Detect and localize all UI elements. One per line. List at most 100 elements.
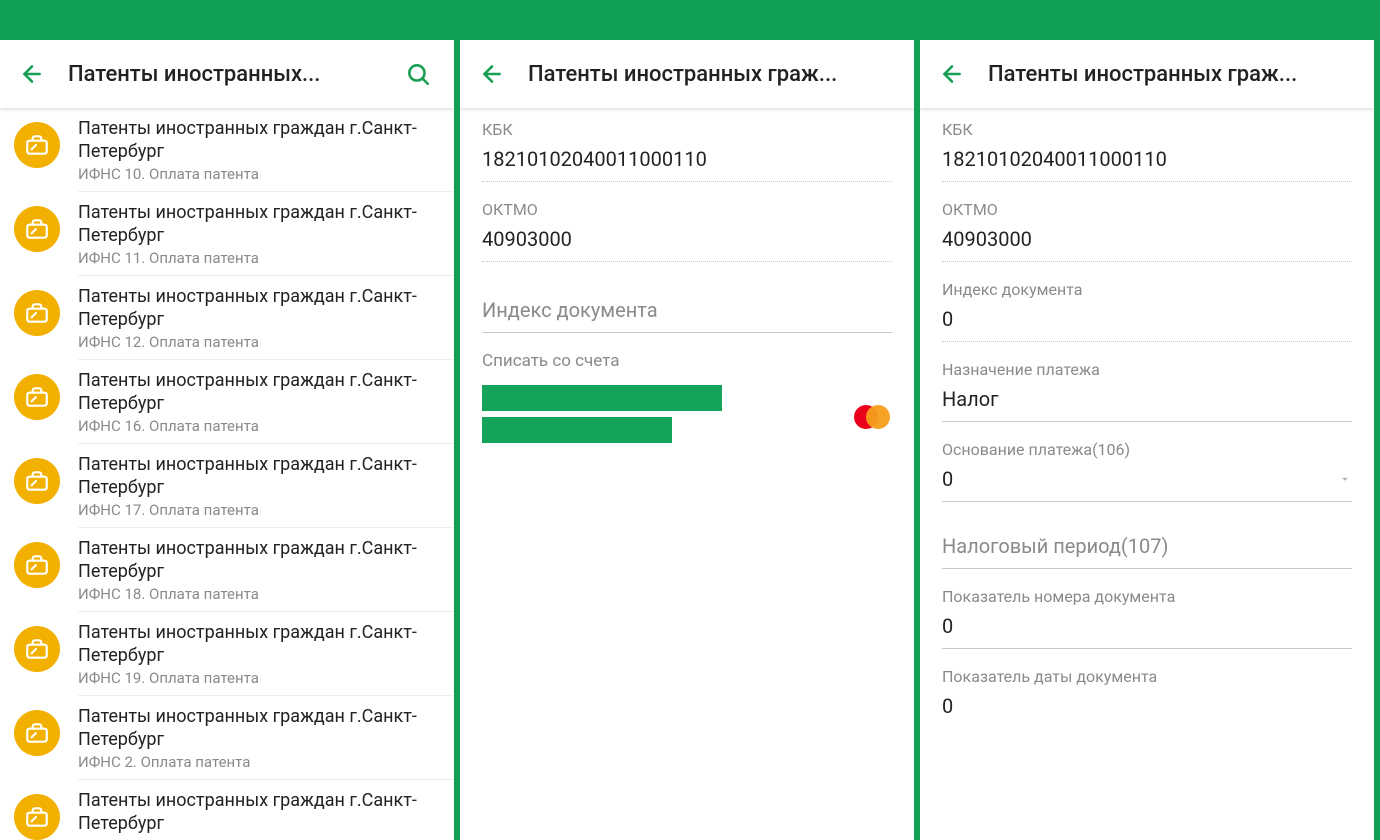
briefcase-icon <box>14 458 60 504</box>
field-docnum: Показатель номера документа 0 <box>942 587 1352 649</box>
briefcase-icon <box>14 374 60 420</box>
field-placeholder: Индекс документа <box>482 298 892 333</box>
list-item-subtitle: ИФНС 18. Оплата патента <box>78 585 438 603</box>
list-item-subtitle: ИФНС 11. Оплата патента <box>78 249 438 267</box>
field-oktmo: ОКТМО 40903000 <box>482 200 892 262</box>
field-index: Индекс документа 0 <box>942 280 1352 342</box>
status-bar <box>920 0 1374 40</box>
field-label: Показатель даты документа <box>942 667 1352 686</box>
field-value[interactable]: 40903000 <box>942 227 1352 262</box>
form-content: КБК 18210102040011000110 ОКТМО 40903000 … <box>920 108 1374 840</box>
list-item-subtitle: ИФНС 2. Оплата патента <box>78 753 438 771</box>
app-bar: Патенты иностранных... <box>0 40 454 108</box>
field-value[interactable]: 40903000 <box>482 227 892 262</box>
list-item[interactable]: Патенты иностранных граждан г.Санкт-Пете… <box>0 696 454 779</box>
field-index[interactable]: Индекс документа <box>482 298 892 333</box>
list-item[interactable]: Патенты иностранных граждан г.Санкт-Пете… <box>0 108 454 191</box>
field-label: Основание платежа(106) <box>942 440 1352 459</box>
list-item-text: Патенты иностранных граждан г.Санкт-Пете… <box>78 202 438 267</box>
briefcase-icon <box>14 794 60 840</box>
list-item-subtitle: ИФНС 12. Оплата патента <box>78 333 438 351</box>
field-value[interactable]: 18210102040011000110 <box>482 147 892 182</box>
list-item[interactable]: Патенты иностранных граждан г.Санкт-Пете… <box>0 276 454 359</box>
back-button[interactable] <box>470 52 514 96</box>
field-oktmo: ОКТМО 40903000 <box>942 200 1352 262</box>
list-item[interactable]: Патенты иностранных граждан г.Санкт-Пете… <box>0 444 454 527</box>
briefcase-icon <box>14 626 60 672</box>
list-item-text: Патенты иностранных граждан г.Санкт-Пете… <box>78 118 438 183</box>
form-content: КБК 18210102040011000110 ОКТМО 40903000 … <box>460 108 914 840</box>
field-purpose: Назначение платежа Налог <box>942 360 1352 422</box>
field-value: 0 <box>942 467 1338 501</box>
field-docdate: Показатель даты документа 0 <box>942 667 1352 728</box>
list-item-title: Патенты иностранных граждан г.Санкт-Пете… <box>78 622 438 667</box>
list-item[interactable]: Патенты иностранных граждан г.Санкт-Пете… <box>0 528 454 611</box>
field-value[interactable]: Налог <box>942 387 1352 422</box>
list-item-text: Патенты иностранных граждан г.Санкт-Пете… <box>78 706 438 771</box>
list-item-title: Патенты иностранных граждан г.Санкт-Пете… <box>78 790 438 835</box>
field-basis[interactable]: Основание платежа(106) 0 <box>942 440 1352 502</box>
list-item-text: Патенты иностранных граждан г.Санкт-Пете… <box>78 622 438 687</box>
list-item-text: Патенты иностранных граждан г.Санкт-Пете… <box>78 790 438 840</box>
list-item-text: Патенты иностранных граждан г.Санкт-Пете… <box>78 454 438 519</box>
list-content: Патенты иностранных граждан г.Санкт-Пете… <box>0 108 454 840</box>
list-item-subtitle: ИФНС 10. Оплата патента <box>78 165 438 183</box>
screen-form-2: Патенты иностранных граж... КБК 18210102… <box>920 0 1380 840</box>
field-value[interactable]: 0 <box>942 307 1352 342</box>
screen-form-1: Патенты иностранных граж... КБК 18210102… <box>460 0 920 840</box>
list-item-title: Патенты иностранных граждан г.Санкт-Пете… <box>78 286 438 331</box>
list-item-subtitle: ИФНС 17. Оплата патента <box>78 501 438 519</box>
field-value[interactable]: 0 <box>942 614 1352 649</box>
redacted-bar <box>482 385 722 411</box>
field-kbk: КБК 18210102040011000110 <box>942 120 1352 182</box>
list-item-title: Патенты иностранных граждан г.Санкт-Пете… <box>78 454 438 499</box>
account-section-label: Списать со счета <box>482 351 892 371</box>
page-title: Патенты иностранных граж... <box>528 62 900 87</box>
account-redacted <box>482 385 842 449</box>
field-label: Индекс документа <box>942 280 1352 299</box>
status-bar <box>460 0 914 40</box>
list-item-subtitle: ИФНС 19. Оплата патента <box>78 669 438 687</box>
list-item-text: Патенты иностранных граждан г.Санкт-Пете… <box>78 538 438 603</box>
list-item-title: Патенты иностранных граждан г.Санкт-Пете… <box>78 706 438 751</box>
list-item-text: Патенты иностранных граждан г.Санкт-Пете… <box>78 286 438 351</box>
screen-list: Патенты иностранных... Патенты иностранн… <box>0 0 460 840</box>
list-item-title: Патенты иностранных граждан г.Санкт-Пете… <box>78 538 438 583</box>
field-label: Показатель номера документа <box>942 587 1352 606</box>
arrow-left-icon <box>939 61 965 87</box>
list-item[interactable]: Патенты иностранных граждан г.Санкт-Пете… <box>0 612 454 695</box>
list-item[interactable]: Патенты иностранных граждан г.Санкт-Пете… <box>0 192 454 275</box>
mastercard-icon <box>852 404 892 430</box>
page-title: Патенты иностранных... <box>68 62 396 87</box>
app-bar: Патенты иностранных граж... <box>920 40 1374 108</box>
app-bar: Патенты иностранных граж... <box>460 40 914 108</box>
payee-list: Патенты иностранных граждан г.Санкт-Пете… <box>0 108 454 840</box>
briefcase-icon <box>14 122 60 168</box>
chevron-down-icon <box>1338 472 1352 486</box>
list-item-title: Патенты иностранных граждан г.Санкт-Пете… <box>78 370 438 415</box>
back-button[interactable] <box>10 52 54 96</box>
list-item[interactable]: Патенты иностранных граждан г.Санкт-Пете… <box>0 360 454 443</box>
briefcase-icon <box>14 710 60 756</box>
field-label: КБК <box>942 120 1352 139</box>
account-selector[interactable] <box>482 381 892 455</box>
field-label: ОКТМО <box>942 200 1352 219</box>
field-label: ОКТМО <box>482 200 892 219</box>
arrow-left-icon <box>479 61 505 87</box>
briefcase-icon <box>14 206 60 252</box>
field-placeholder: Налоговый период(107) <box>942 534 1352 569</box>
briefcase-icon <box>14 542 60 588</box>
list-item-text: Патенты иностранных граждан г.Санкт-Пете… <box>78 370 438 435</box>
field-kbk: КБК 18210102040011000110 <box>482 120 892 182</box>
search-button[interactable] <box>396 52 440 96</box>
list-item-title: Патенты иностранных граждан г.Санкт-Пете… <box>78 202 438 247</box>
redacted-bar <box>482 417 672 443</box>
back-button[interactable] <box>930 52 974 96</box>
field-period[interactable]: Налоговый период(107) <box>942 534 1352 569</box>
page-title: Патенты иностранных граж... <box>988 62 1360 87</box>
arrow-left-icon <box>19 61 45 87</box>
field-value[interactable]: 18210102040011000110 <box>942 147 1352 182</box>
field-label: Назначение платежа <box>942 360 1352 379</box>
field-value[interactable]: 0 <box>942 694 1352 728</box>
list-item[interactable]: Патенты иностранных граждан г.Санкт-Пете… <box>0 780 454 840</box>
